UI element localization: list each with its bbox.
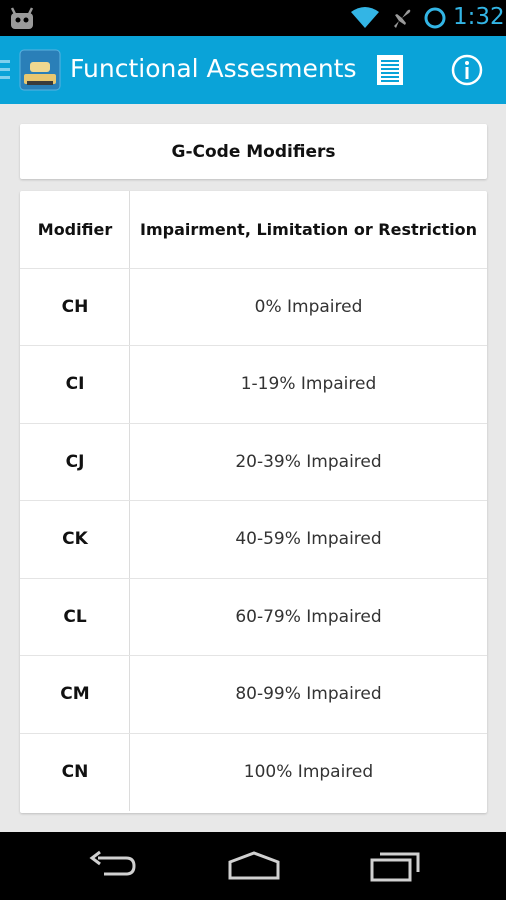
- alarm-icon: [423, 6, 447, 30]
- modifier-cell: CL: [63, 606, 87, 627]
- impairment-cell: 1-19% Impaired: [240, 374, 377, 395]
- info-icon[interactable]: [447, 50, 487, 90]
- wifi-icon: [350, 6, 380, 30]
- impairment-cell: 60-79% Impaired: [235, 606, 382, 627]
- status-bar: 1:32: [0, 0, 506, 36]
- header-impairment: Impairment, Limitation or Restriction: [140, 219, 477, 239]
- table-row: CJ 20-39% Impaired: [20, 424, 487, 501]
- table-header-row: Modifier Impairment, Limitation or Restr…: [20, 191, 487, 269]
- table-row: CK 40-59% Impaired: [20, 501, 487, 579]
- app-title: Functional Assesments: [70, 54, 357, 83]
- modifiers-table-card: Modifier Impairment, Limitation or Restr…: [20, 191, 487, 813]
- modifier-cell: CI: [65, 374, 85, 395]
- modifiers-table: Modifier Impairment, Limitation or Restr…: [20, 191, 487, 811]
- recents-icon[interactable]: [368, 848, 424, 884]
- modifier-cell: CJ: [65, 451, 85, 472]
- android-notification-icon: [8, 5, 36, 31]
- impairment-cell: 80-99% Impaired: [235, 684, 382, 705]
- table-row: CI 1-19% Impaired: [20, 346, 487, 424]
- modifier-cell: CN: [61, 762, 89, 783]
- section-title-card: G-Code Modifiers: [20, 124, 487, 179]
- impairment-cell: 20-39% Impaired: [235, 451, 382, 472]
- impairment-cell: 100% Impaired: [243, 762, 374, 783]
- airplane-mode-icon: [390, 6, 414, 30]
- home-icon[interactable]: [226, 850, 282, 882]
- app-icon[interactable]: [18, 48, 62, 92]
- modifier-cell: CM: [60, 684, 90, 705]
- status-clock: 1:32: [453, 4, 505, 30]
- table-row: CH 0% Impaired: [20, 269, 487, 346]
- action-bar: Functional Assesments: [0, 36, 506, 104]
- modifier-cell: CK: [62, 529, 88, 550]
- impairment-cell: 0% Impaired: [254, 296, 363, 317]
- table-row: CM 80-99% Impaired: [20, 656, 487, 734]
- header-modifier: Modifier: [37, 219, 113, 239]
- modifier-cell: CH: [61, 296, 89, 317]
- list-icon[interactable]: [370, 50, 410, 90]
- navigation-bar: [0, 832, 506, 900]
- table-row: CN 100% Impaired: [20, 734, 487, 812]
- table-row: CL 60-79% Impaired: [20, 579, 487, 656]
- drawer-indicator-icon[interactable]: [0, 56, 12, 84]
- impairment-cell: 40-59% Impaired: [235, 529, 382, 550]
- back-icon[interactable]: [86, 850, 140, 882]
- section-title: G-Code Modifiers: [171, 141, 336, 162]
